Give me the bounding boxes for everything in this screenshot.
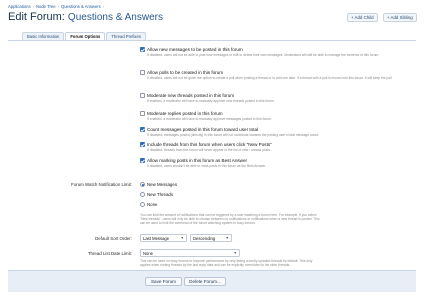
notification-limit-label: Forum Watch Notification Limit:	[71, 182, 132, 187]
option-allow-new-messages: Allow new messages to be posted in this …	[140, 47, 420, 57]
breadcrumb-separator: ›	[32, 4, 34, 9]
sort-field-select[interactable]: Last Message ▼	[140, 234, 187, 242]
option-label: Moderate new threads posted in this foru…	[147, 93, 235, 98]
moderate-threads-checkbox[interactable]	[140, 93, 145, 98]
breadcrumb-separator: ›	[57, 4, 59, 9]
option-hint: If disabled, users will not be able to p…	[147, 52, 380, 57]
sort-order-label: Default Sort Order:	[95, 236, 132, 241]
date-limit-label: Thread List Date Limit:	[87, 251, 132, 256]
notification-limit-hint: You can limit the amount of notification…	[140, 213, 418, 225]
allow-polls-checkbox[interactable]	[140, 70, 145, 75]
date-limit-value: None	[143, 250, 154, 256]
chevron-down-icon: ▼	[180, 236, 184, 240]
add-sibling-button[interactable]: + Add Sibling	[383, 13, 417, 22]
sort-direction-select[interactable]: Descending ▼	[190, 234, 232, 242]
radio-button[interactable]	[140, 182, 145, 187]
delete-forum-button[interactable]: Delete Forum...	[184, 277, 226, 286]
chevron-down-icon: ▼	[233, 251, 237, 255]
breadcrumb-item-forum[interactable]: Questions & Answers	[61, 4, 101, 9]
chevron-down-icon: ▼	[225, 236, 229, 240]
option-allow-polls: Allow polls to be created in this forum …	[140, 70, 420, 80]
date-limit-select[interactable]: None ▼	[140, 249, 240, 257]
date-limit-hint: This can be used on busy forums to impro…	[140, 259, 418, 267]
best-answer-checkbox[interactable]	[140, 158, 145, 163]
option-label: Include threads from this forum when use…	[147, 142, 272, 147]
option-hint: If enabled, a moderator will have to man…	[147, 116, 272, 121]
radio-label: New Messages	[147, 182, 178, 187]
option-hint: If disabled, users wouldn't be able to m…	[147, 163, 267, 168]
radio-label: None	[147, 202, 158, 207]
tab-bar: Basic Information Forum Options Thread P…	[22, 32, 146, 40]
radio-new-messages[interactable]: New Messages	[140, 182, 177, 187]
radio-none[interactable]: None	[140, 202, 158, 207]
tab-basic-information[interactable]: Basic Information	[22, 32, 65, 40]
radio-new-threads[interactable]: New Threads	[140, 192, 173, 197]
option-include-new-posts: Include threads from this forum when use…	[140, 142, 420, 152]
option-best-answer: Allow marking posts in this forum as Bes…	[140, 158, 420, 168]
radio-button[interactable]	[140, 202, 145, 207]
option-label: Allow new messages to be posted in this …	[147, 47, 243, 52]
hint-line: can be used to limit the overhead of the…	[140, 221, 256, 226]
page-title-prefix: Edit Forum:	[8, 11, 65, 23]
add-child-button[interactable]: + Add Child	[347, 13, 378, 22]
page-title-forum: Questions & Answers	[67, 12, 163, 23]
breadcrumb-separator: ›	[102, 4, 105, 9]
option-hint: If disabled, messages posted (directly) …	[147, 132, 319, 137]
option-label: Allow marking posts in this forum as Bes…	[147, 158, 248, 163]
option-label: Count messages posted in this forum towa…	[147, 127, 259, 132]
moderate-replies-checkbox[interactable]	[140, 111, 145, 116]
breadcrumb: Applications › Node Tree › Questions & A…	[8, 4, 104, 9]
option-hint: If enabled, a moderator will have to man…	[147, 98, 275, 103]
radio-button[interactable]	[140, 192, 145, 197]
breadcrumb-item-applications[interactable]: Applications	[8, 4, 31, 9]
option-hint: If disabled, threads from this forum wil…	[147, 147, 271, 152]
radio-label: New Threads	[147, 192, 174, 197]
option-label: Allow polls to be created in this forum	[147, 70, 224, 75]
save-forum-button[interactable]: Save Forum	[145, 277, 182, 286]
tab-forum-options[interactable]: Forum Options	[65, 32, 106, 40]
option-moderate-replies: Moderate replies posted in this forum If…	[140, 111, 420, 121]
tab-thread-prefixes[interactable]: Thread Prefixes	[106, 32, 146, 40]
allow-new-messages-checkbox[interactable]	[140, 47, 145, 52]
count-messages-checkbox[interactable]	[140, 127, 145, 132]
option-moderate-threads: Moderate new threads posted in this foru…	[140, 93, 420, 103]
option-label: Moderate replies posted in this forum	[147, 111, 223, 116]
sort-direction-value: Descending	[193, 235, 216, 241]
page-title: Edit Forum: Questions & Answers	[8, 11, 163, 23]
hint-line: applies when sorting threads by the last…	[140, 263, 291, 268]
tab-divider	[8, 40, 416, 41]
option-hint: If disabled, users will not be given the…	[147, 75, 393, 80]
sort-field-value: Last Message	[143, 235, 170, 241]
breadcrumb-item-node-tree[interactable]: Node Tree	[36, 4, 56, 9]
include-new-posts-checkbox[interactable]	[140, 142, 145, 147]
option-count-messages: Count messages posted in this forum towa…	[140, 127, 420, 137]
